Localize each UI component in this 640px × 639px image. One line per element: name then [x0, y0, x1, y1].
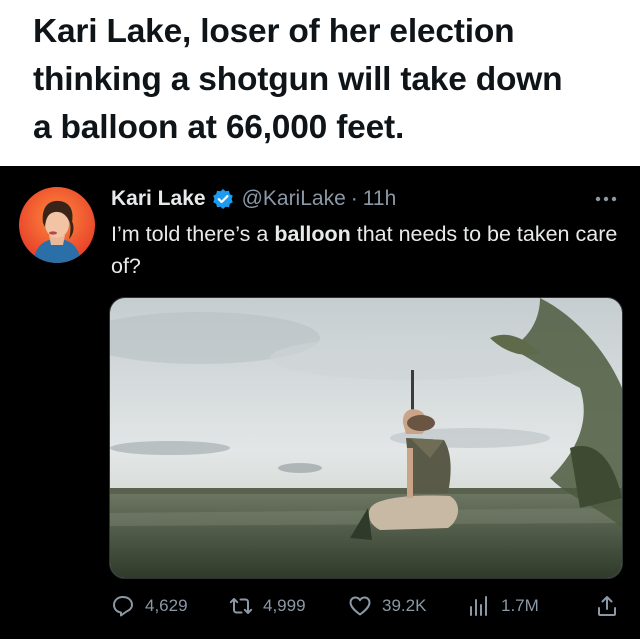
- caption-line-2: thinking a shotgun will take down: [33, 61, 563, 98]
- tweet-header: Kari Lake @KariLake · 11h: [111, 185, 396, 213]
- share-icon: [598, 596, 616, 616]
- caption-line-1: Kari Lake, loser of her election: [33, 13, 515, 50]
- tweet-media-image[interactable]: [109, 297, 623, 579]
- like-button[interactable]: 39.2K: [348, 586, 426, 626]
- author-name[interactable]: Kari Lake: [111, 187, 206, 211]
- tweet-actions-bar: 4,629 4,999 39.2K 1.7M: [111, 586, 621, 626]
- timestamp[interactable]: 11h: [363, 187, 396, 211]
- retweet-count: 4,999: [263, 596, 306, 615]
- reply-icon: [113, 596, 133, 617]
- more-options-icon[interactable]: [592, 192, 620, 204]
- verified-badge-icon: [212, 188, 234, 210]
- meme-caption: Kari Lake, loser of her election thinkin…: [0, 0, 640, 166]
- caption-text: Kari Lake, loser of her election thinkin…: [33, 8, 623, 152]
- separator-dot: ·: [350, 187, 358, 210]
- avatar[interactable]: [19, 187, 95, 263]
- views-button[interactable]: 1.7M: [467, 586, 539, 626]
- reply-count: 4,629: [145, 596, 188, 615]
- like-count: 39.2K: [382, 596, 427, 615]
- caption-line-3: a balloon at 66,000 feet.: [33, 109, 405, 146]
- tweet-text-part: I’m told there’s a: [111, 222, 275, 246]
- views-count: 1.7M: [501, 596, 539, 615]
- tweet-text: I’m told there’s a balloon that needs to…: [111, 218, 621, 282]
- author-handle[interactable]: @KariLake: [242, 187, 346, 211]
- heart-icon: [349, 596, 371, 616]
- tweet-card: Kari Lake @KariLake · 11h I’m told there…: [0, 166, 640, 639]
- retweet-icon: [229, 598, 253, 614]
- analytics-icon: [470, 596, 487, 616]
- share-button[interactable]: [595, 586, 629, 626]
- retweet-button[interactable]: 4,999: [229, 586, 306, 626]
- tweet-text-bold: balloon: [274, 222, 351, 246]
- reply-button[interactable]: 4,629: [111, 586, 188, 626]
